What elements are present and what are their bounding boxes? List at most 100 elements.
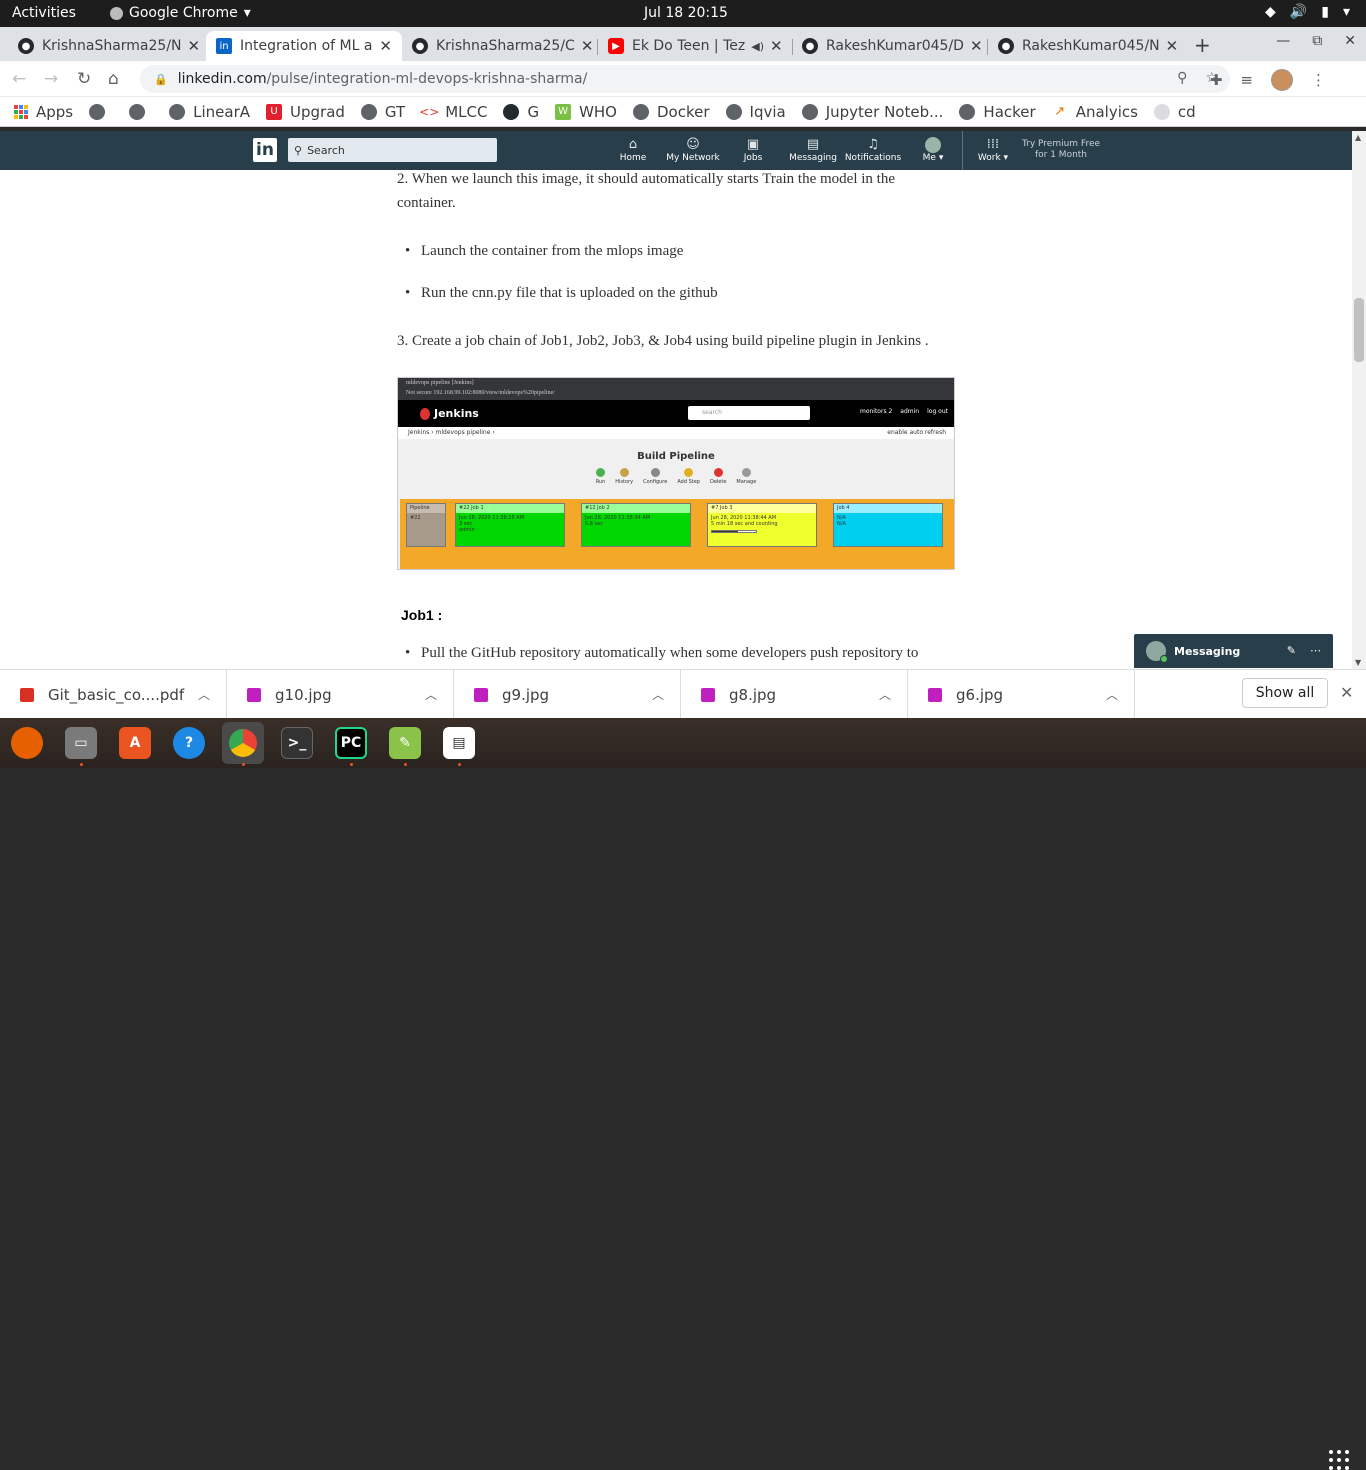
jenkins-breadcrumb: Jenkins › mldevops pipeline › enable aut… xyxy=(398,427,954,439)
browser-tab[interactable]: ● KrishnaSharma25/C ✕ xyxy=(402,31,596,61)
nav-home[interactable]: ⌂ Home xyxy=(603,137,663,163)
bookmark-item[interactable]: G xyxy=(503,103,539,121)
page-scrollbar[interactable]: ▲ ▼ xyxy=(1352,131,1366,669)
pycharm-icon[interactable]: PC xyxy=(335,727,367,759)
browser-tab-active[interactable]: in Integration of ML a ✕ xyxy=(206,31,402,61)
download-item[interactable]: g8.jpg ︿ xyxy=(681,670,908,719)
chevron-up-icon[interactable]: ︿ xyxy=(425,686,437,703)
download-filename: g6.jpg xyxy=(956,685,1004,704)
chevron-down-icon: ▾ xyxy=(1342,4,1350,20)
nav-my-network[interactable]: ☺ My Network xyxy=(663,137,723,163)
job-name: #7 Job 3 xyxy=(708,504,816,513)
restore-icon[interactable]: ⧉ xyxy=(1312,33,1322,49)
download-item[interactable]: g9.jpg ︿ xyxy=(454,670,681,719)
close-icon[interactable]: ✕ xyxy=(575,37,594,55)
close-window-icon[interactable]: ✕ xyxy=(1344,33,1356,49)
bookmark-item[interactable] xyxy=(89,103,113,120)
nav-messaging[interactable]: ▤ Messaging xyxy=(783,137,843,163)
bookmark-item[interactable]: LinearA xyxy=(169,103,250,121)
download-item[interactable]: g10.jpg ︿ xyxy=(227,670,454,719)
browser-tab[interactable]: ▶ Ek Do Teen | Tez ◀) ✕ xyxy=(598,31,792,61)
files-icon[interactable]: ▭ xyxy=(65,727,97,759)
zoom-icon[interactable]: ⚲ xyxy=(1177,70,1187,86)
download-item[interactable]: g6.jpg ︿ xyxy=(908,670,1135,719)
linkedin-search-input[interactable]: ⚲ Search xyxy=(288,138,497,162)
scrollbar-thumb[interactable] xyxy=(1354,298,1364,362)
bookmark-item[interactable]: GT xyxy=(360,103,405,121)
system-tray[interactable]: ◆ 🔊 ▮ ▾ xyxy=(1265,4,1350,20)
bookmark-item[interactable] xyxy=(129,103,153,120)
globe-icon xyxy=(89,103,106,120)
browser-tab[interactable]: ● KrishnaSharma25/N ✕ xyxy=(8,31,204,61)
nav-me[interactable]: Me ▾ xyxy=(903,137,963,163)
pdf-icon xyxy=(20,687,34,702)
bookmark-item[interactable]: Docker xyxy=(632,103,710,121)
chevron-up-icon[interactable]: ︿ xyxy=(652,686,664,703)
show-applications-icon[interactable] xyxy=(1329,1450,1349,1470)
bookmark-item[interactable]: Jupyter Noteb... xyxy=(801,103,943,121)
bookmark-item[interactable]: <> MLCC xyxy=(419,103,487,121)
bookmark-item[interactable]: cd xyxy=(1153,103,1196,121)
profile-avatar[interactable] xyxy=(1271,69,1293,91)
close-icon[interactable]: ✕ xyxy=(1160,37,1179,55)
chevron-up-icon[interactable]: ︿ xyxy=(1106,686,1118,703)
browser-tab[interactable]: ● RakeshKumar045/N ✕ xyxy=(988,31,1182,61)
puzzle-icon[interactable]: ✚ xyxy=(1210,71,1223,89)
chevron-up-icon[interactable]: ︿ xyxy=(198,686,210,703)
new-tab-button[interactable]: + xyxy=(1194,33,1211,57)
bookmark-item[interactable]: Iqvia xyxy=(725,103,786,121)
jenkins-brand: Jenkins xyxy=(434,407,479,420)
close-icon[interactable]: ✕ xyxy=(964,37,983,55)
compose-icon[interactable]: ✎ xyxy=(1287,644,1296,657)
jenkins-auto-refresh: enable auto refresh xyxy=(887,429,946,436)
chrome-icon[interactable] xyxy=(222,722,264,764)
nav-jobs[interactable]: ▣ Jobs xyxy=(723,137,783,163)
close-icon[interactable]: ✕ xyxy=(373,37,392,55)
media-control-icon[interactable]: ≡ xyxy=(1240,71,1253,89)
download-item[interactable]: Git_basic_co....pdf ︿ xyxy=(0,670,227,719)
text-editor-icon[interactable]: ✎ xyxy=(389,727,421,759)
minimize-icon[interactable]: — xyxy=(1276,33,1290,49)
nav-notifications[interactable]: ♫ Notifications xyxy=(843,137,903,163)
document-viewer-icon[interactable]: ▤ xyxy=(443,727,475,759)
scroll-up-icon[interactable]: ▲ xyxy=(1355,133,1361,142)
clock[interactable]: Jul 18 20:15 xyxy=(644,5,728,21)
help-icon[interactable]: ? xyxy=(173,727,205,759)
jenkins-logo-icon xyxy=(420,407,430,420)
nav-work[interactable]: ⁞⁞⁞ Work ▾ xyxy=(963,137,1023,163)
bookmark-item[interactable]: U Upgrad xyxy=(266,103,345,121)
back-icon[interactable]: ← xyxy=(12,69,26,89)
terminal-icon[interactable]: >_ xyxy=(281,727,313,759)
more-icon[interactable]: ⋯ xyxy=(1310,644,1321,657)
show-all-button[interactable]: Show all xyxy=(1242,678,1328,708)
download-filename: Git_basic_co....pdf xyxy=(48,685,185,704)
bookmark-item[interactable]: Hacker xyxy=(959,103,1036,121)
premium-link[interactable]: Try Premium Free for 1 Month xyxy=(1016,139,1106,161)
home-icon[interactable]: ⌂ xyxy=(108,69,119,89)
reload-icon[interactable]: ↻ xyxy=(77,69,91,89)
chevron-up-icon[interactable]: ︿ xyxy=(879,686,891,703)
messaging-widget[interactable]: Messaging ✎ ⋯ xyxy=(1134,634,1333,668)
bookmark-label: Upgrad xyxy=(290,102,345,121)
scroll-down-icon[interactable]: ▼ xyxy=(1355,658,1361,667)
activities-button[interactable]: Activities xyxy=(12,5,76,21)
lock-icon[interactable]: 🔒 xyxy=(154,73,168,86)
apps-grid-icon xyxy=(14,104,28,119)
software-center-icon[interactable]: A xyxy=(119,727,151,759)
linkedin-logo-icon[interactable]: in xyxy=(253,138,277,162)
address-bar[interactable]: 🔒 linkedin.com /pulse/integration-ml-dev… xyxy=(140,65,1230,93)
bookmark-item[interactable]: W WHO xyxy=(555,103,617,121)
close-icon[interactable]: ✕ xyxy=(182,37,201,55)
bookmark-apps[interactable]: Apps xyxy=(14,103,73,121)
app-menu[interactable]: Google Chrome ▾ xyxy=(110,5,251,21)
mlcc-icon: <> xyxy=(419,104,440,119)
forward-icon[interactable]: → xyxy=(44,69,58,89)
close-icon[interactable]: ✕ xyxy=(1340,683,1353,702)
browser-tab[interactable]: ● RakeshKumar045/D ✕ xyxy=(792,31,986,61)
firefox-icon[interactable] xyxy=(11,727,43,759)
globe-icon xyxy=(1153,103,1170,120)
pipeline-label: Pipeline xyxy=(407,504,445,513)
bookmark-item[interactable]: ↗ Analyics xyxy=(1052,103,1138,121)
close-icon[interactable]: ✕ xyxy=(764,37,783,55)
more-menu-icon[interactable]: ⋮ xyxy=(1311,71,1326,89)
